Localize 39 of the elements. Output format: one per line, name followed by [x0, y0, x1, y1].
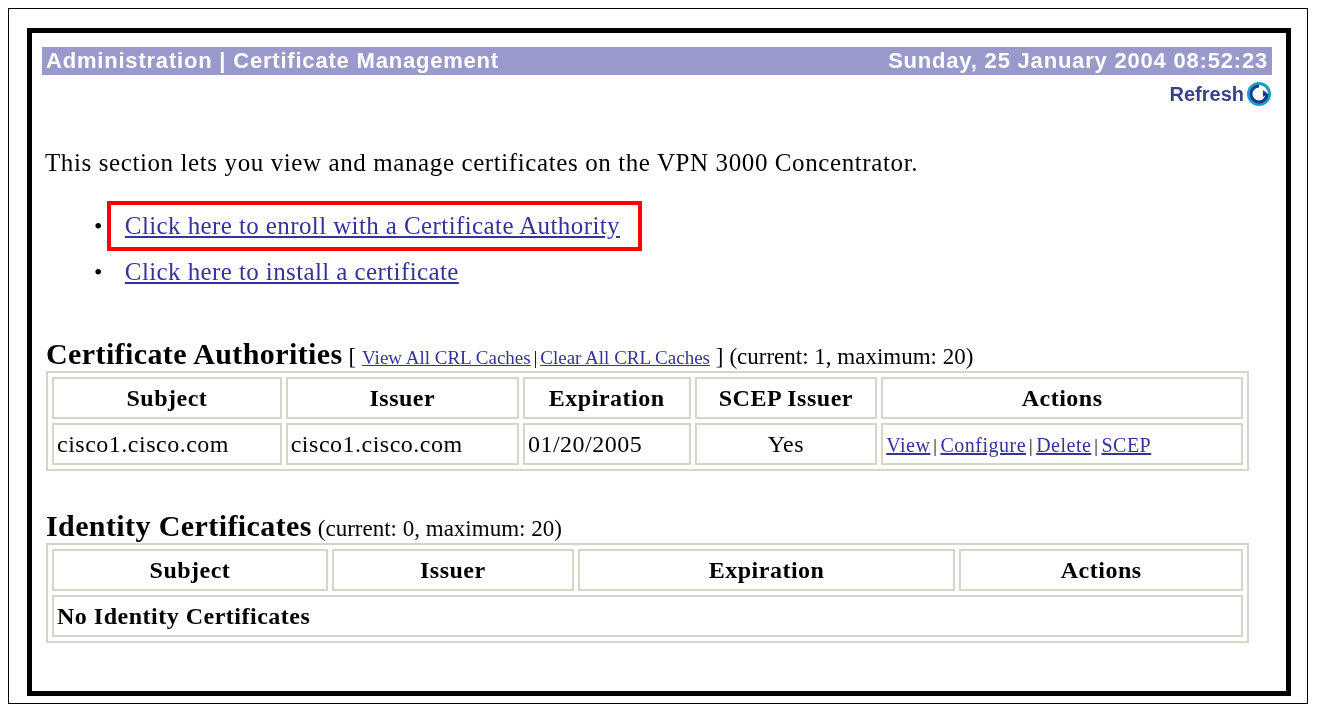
column-header: SCEP Issuer — [694, 377, 878, 419]
action-link[interactable]: View — [886, 433, 931, 456]
bracket: ] — [715, 344, 724, 369]
enroll-link[interactable]: Click here to install a certificate — [106, 251, 459, 293]
section-title: Certificate Authorities — [46, 337, 343, 371]
column-header: Expiration — [522, 377, 691, 419]
empty-message: No Identity Certificates — [52, 595, 1243, 637]
column-header: Actions — [881, 377, 1243, 419]
separator: | — [1029, 435, 1034, 456]
bullet: • — [94, 258, 103, 287]
column-header: Expiration — [577, 549, 956, 591]
section-title: Identity Certificates — [46, 509, 312, 543]
page-title: Administration | Certificate Management — [46, 50, 499, 72]
table-cell: cisco1.cisco.com — [285, 423, 519, 465]
column-header: Subject — [52, 549, 328, 591]
column-header: Issuer — [331, 549, 574, 591]
separator: | — [533, 348, 538, 368]
action-link[interactable]: Delete — [1036, 433, 1092, 456]
column-header: Actions — [959, 549, 1243, 591]
separator: | — [1094, 435, 1099, 456]
column-header: Issuer — [285, 377, 519, 419]
table-cell: cisco1.cisco.com — [52, 423, 282, 465]
crl-link[interactable]: View All CRL Caches — [362, 347, 531, 368]
table-cell: 01/20/2005 — [522, 423, 691, 465]
action-link[interactable]: Configure — [940, 433, 1027, 456]
intro-text: This section lets you view and manage certificates on the VPN 3000 Concentrator. — [45, 149, 920, 177]
refresh-icon — [1246, 81, 1272, 107]
bullet: • — [94, 212, 103, 241]
crl-link[interactable]: Clear All CRL Caches — [540, 347, 710, 368]
separator: | — [933, 435, 938, 456]
date-time: Sunday, 25 January 2004 08:52:23 — [888, 50, 1268, 72]
enroll-link[interactable]: Click here to enroll with a Certificate Authority — [106, 201, 642, 251]
table-cell: Yes — [694, 423, 878, 465]
action-link[interactable]: SCEP — [1101, 433, 1152, 456]
count-text: (current: 1, maximum: 20) — [729, 344, 974, 370]
refresh-link[interactable]: Refresh — [1169, 81, 1272, 107]
bracket: [ — [348, 344, 357, 369]
column-header: Subject — [52, 377, 282, 419]
count-text: (current: 0, maximum: 20) — [317, 516, 562, 542]
